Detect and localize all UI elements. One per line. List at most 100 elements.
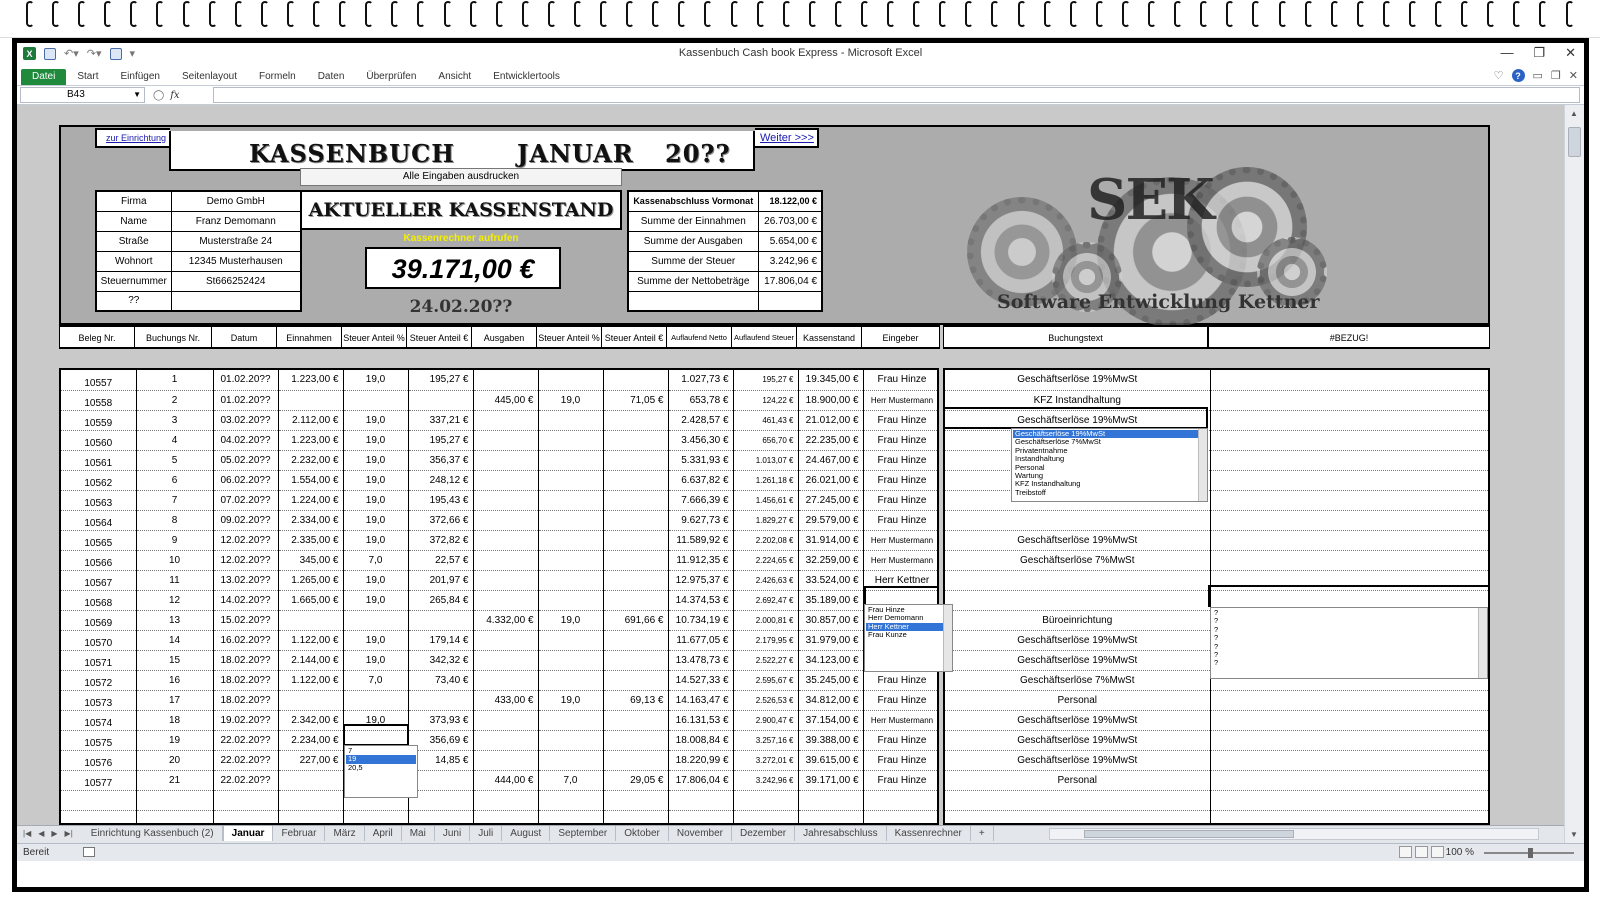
table-cell[interactable]: 14: [136, 630, 214, 651]
sheet-tab[interactable]: Februar: [273, 826, 326, 841]
selected-cell-steuer[interactable]: [343, 724, 409, 746]
bezug-cell[interactable]: [1210, 510, 1488, 531]
bezug-cell[interactable]: [1210, 770, 1488, 791]
bezug-cell[interactable]: [1210, 730, 1488, 751]
table-cell[interactable]: [603, 510, 669, 531]
table-cell[interactable]: 17: [136, 690, 214, 711]
booking-text-cell[interactable]: Geschäftserlöse 7%MwSt: [945, 670, 1211, 691]
booking-text-cell[interactable]: Geschäftserlöse 19%MwSt: [945, 650, 1211, 671]
bezug-cell[interactable]: [1210, 710, 1488, 731]
table-cell[interactable]: 4: [136, 430, 214, 451]
table-cell[interactable]: 7,0: [538, 770, 604, 791]
sheet-tab[interactable]: Jahresabschluss: [795, 826, 887, 841]
table-cell[interactable]: 10563: [61, 490, 137, 511]
table-cell[interactable]: [278, 690, 344, 711]
table-cell[interactable]: 19,0: [343, 630, 409, 651]
bezug-cell[interactable]: [1210, 390, 1488, 411]
table-cell[interactable]: 10571: [61, 650, 137, 671]
table-cell[interactable]: 2.900,47 €: [733, 710, 799, 731]
table-cell[interactable]: 2.112,00 €: [278, 410, 344, 431]
dropdown-scrollbar[interactable]: [943, 605, 952, 671]
table-cell[interactable]: 18.900,00 €: [798, 390, 864, 411]
normal-view-icon[interactable]: [1399, 846, 1412, 858]
table-cell[interactable]: 12.02.20??: [213, 550, 279, 571]
table-cell[interactable]: 10565: [61, 530, 137, 551]
table-cell[interactable]: 1.122,00 €: [278, 630, 344, 651]
table-cell[interactable]: Frau Hinze: [863, 770, 937, 791]
table-cell[interactable]: 265,84 €: [408, 590, 474, 611]
table-cell[interactable]: 6.637,82 €: [668, 470, 734, 491]
table-cell[interactable]: 26.021,00 €: [798, 470, 864, 491]
table-cell[interactable]: [473, 810, 539, 823]
table-cell[interactable]: 3.456,30 €: [668, 430, 734, 451]
bezug-cell[interactable]: [1210, 810, 1488, 823]
table-cell[interactable]: Frau Hinze: [863, 670, 937, 691]
table-cell[interactable]: [538, 810, 604, 823]
table-cell[interactable]: 24.467,00 €: [798, 450, 864, 471]
table-cell[interactable]: 3.242,96 €: [733, 770, 799, 791]
table-cell[interactable]: 30.857,00 €: [798, 610, 864, 631]
table-cell[interactable]: [473, 650, 539, 671]
table-cell[interactable]: 10566: [61, 550, 137, 571]
first-sheet-icon[interactable]: |◀: [23, 829, 31, 838]
booking-text-cell[interactable]: [945, 590, 1211, 611]
booking-text-cell[interactable]: Geschäftserlöse 19%MwSt: [945, 370, 1211, 391]
table-cell[interactable]: 7.666,39 €: [668, 490, 734, 511]
table-cell[interactable]: [343, 690, 409, 711]
company-value[interactable]: St666252424: [170, 270, 302, 292]
table-cell[interactable]: 1.223,00 €: [278, 370, 344, 391]
table-cell[interactable]: 18.02.20??: [213, 670, 279, 691]
table-cell[interactable]: [538, 670, 604, 691]
table-cell[interactable]: 2: [136, 390, 214, 411]
formula-input[interactable]: [213, 87, 1580, 103]
table-cell[interactable]: Frau Hinze: [863, 410, 937, 431]
table-cell[interactable]: 37.154,00 €: [798, 710, 864, 731]
table-cell[interactable]: 7,0: [343, 550, 409, 571]
table-cell[interactable]: [473, 550, 539, 571]
table-cell[interactable]: 9.627,73 €: [668, 510, 734, 531]
booking-text-cell[interactable]: Büroeinrichtung: [945, 610, 1211, 631]
table-cell[interactable]: 10573: [61, 690, 137, 711]
table-cell[interactable]: [473, 410, 539, 431]
table-cell[interactable]: 18.008,84 €: [668, 730, 734, 751]
table-cell[interactable]: 10576: [61, 750, 137, 771]
table-cell[interactable]: 2.232,00 €: [278, 450, 344, 471]
table-cell[interactable]: [798, 810, 864, 823]
table-cell[interactable]: 19,0: [343, 530, 409, 551]
table-cell[interactable]: 10574: [61, 710, 137, 731]
dropdown-option[interactable]: ?: [1212, 616, 1486, 625]
minimize-icon[interactable]: —: [1500, 45, 1513, 61]
table-cell[interactable]: 03.02.20??: [213, 410, 279, 431]
table-cell[interactable]: [603, 790, 669, 811]
table-cell[interactable]: 19,0: [343, 470, 409, 491]
table-cell[interactable]: Frau Hinze: [863, 430, 937, 451]
function-icon[interactable]: fx: [170, 90, 179, 101]
close-icon[interactable]: ✕: [1565, 45, 1576, 61]
sheet-tab[interactable]: Mai: [401, 826, 435, 841]
table-cell[interactable]: 31.979,00 €: [798, 630, 864, 651]
bezug-cell[interactable]: [1210, 790, 1488, 811]
table-cell[interactable]: 2.428,57 €: [668, 410, 734, 431]
table-cell[interactable]: [136, 810, 214, 823]
scroll-up-icon[interactable]: ▲: [1570, 109, 1578, 118]
table-cell[interactable]: 19,0: [538, 610, 604, 631]
table-cell[interactable]: 9: [136, 530, 214, 551]
table-cell[interactable]: [538, 590, 604, 611]
table-cell[interactable]: 2.692,47 €: [733, 590, 799, 611]
table-cell[interactable]: 2.342,00 €: [278, 710, 344, 731]
table-cell[interactable]: [603, 810, 669, 823]
table-cell[interactable]: [473, 570, 539, 591]
zoom-level[interactable]: 100 %: [1446, 847, 1474, 858]
table-cell[interactable]: Frau Hinze: [863, 730, 937, 751]
table-cell[interactable]: [61, 810, 137, 823]
sheet-tab[interactable]: März: [325, 826, 365, 841]
table-cell[interactable]: [473, 590, 539, 611]
table-cell[interactable]: [733, 810, 799, 823]
table-cell[interactable]: 10557: [61, 370, 137, 391]
vertical-scrollbar[interactable]: ▲ ▼: [1564, 105, 1584, 843]
table-cell[interactable]: 7,0: [343, 670, 409, 691]
sheet-tab[interactable]: September: [550, 826, 617, 841]
bezug-cell[interactable]: [1210, 370, 1488, 391]
table-cell[interactable]: [473, 530, 539, 551]
table-cell[interactable]: [603, 370, 669, 391]
